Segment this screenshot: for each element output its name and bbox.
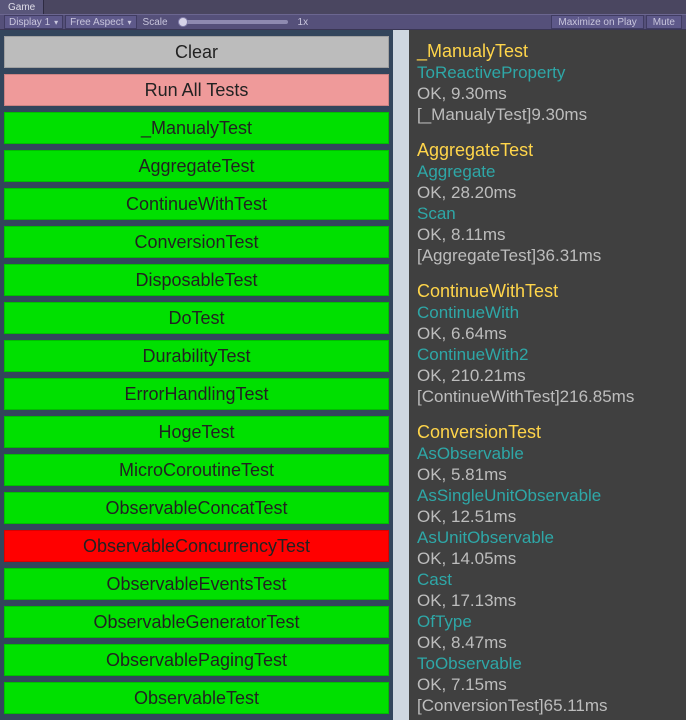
log-case-name: ToReactiveProperty: [417, 62, 678, 83]
log-case-result: OK, 5.81ms: [417, 464, 678, 485]
test-button-label: ObservableConcatTest: [105, 498, 287, 519]
test-button[interactable]: ConversionTest: [4, 226, 389, 258]
display-dropdown[interactable]: Display 1: [4, 15, 63, 29]
log-suite-name: ContinueWithTest: [417, 280, 678, 302]
test-button-label: _ManualyTest: [141, 118, 252, 139]
log-suite-name: ConversionTest: [417, 421, 678, 443]
log-case-result: OK, 210.21ms: [417, 365, 678, 386]
scale-slider[interactable]: [178, 20, 288, 24]
log-suite-summary: [ConversionTest]65.11ms: [417, 695, 678, 716]
log-case-name: Scan: [417, 203, 678, 224]
log-case-result: OK, 12.51ms: [417, 506, 678, 527]
mute-audio-label: Mute: [653, 17, 675, 28]
aspect-dropdown-label: Free Aspect: [70, 17, 123, 28]
log-case-name: AsObservable: [417, 443, 678, 464]
window-tabstrip: Game: [0, 0, 686, 14]
clear-button-label: Clear: [175, 42, 218, 63]
scale-value: 1x: [294, 17, 313, 28]
test-button[interactable]: DisposableTest: [4, 264, 389, 296]
test-button-label: HogeTest: [158, 422, 234, 443]
aspect-dropdown[interactable]: Free Aspect: [65, 15, 136, 29]
scale-label: Scale: [139, 17, 172, 28]
game-toolbar: Display 1 Free Aspect Scale 1x Maximize …: [0, 14, 686, 30]
log-case-result: OK, 6.64ms: [417, 323, 678, 344]
test-button[interactable]: ObservableGeneratorTest: [4, 606, 389, 638]
tab-game-label: Game: [8, 2, 35, 13]
log-case-result: OK, 8.47ms: [417, 632, 678, 653]
test-button[interactable]: DoTest: [4, 302, 389, 334]
maximize-on-play-toggle[interactable]: Maximize on Play: [551, 15, 643, 29]
log-case-name: ContinueWith: [417, 302, 678, 323]
maximize-on-play-label: Maximize on Play: [558, 17, 636, 28]
log-case-name: Cast: [417, 569, 678, 590]
log-case-result: OK, 9.30ms: [417, 83, 678, 104]
test-button-label: MicroCoroutineTest: [119, 460, 274, 481]
test-button[interactable]: _ManualyTest: [4, 112, 389, 144]
test-list-panel: Clear Run All Tests _ManualyTest Aggregat…: [0, 30, 393, 720]
display-dropdown-label: Display 1: [9, 17, 50, 28]
run-all-button-label: Run All Tests: [145, 80, 249, 101]
test-button-label: ContinueWithTest: [126, 194, 267, 215]
test-button-label: ObservableConcurrencyTest: [83, 536, 310, 557]
log-case-name: Aggregate: [417, 161, 678, 182]
test-button-label: DurabilityTest: [142, 346, 250, 367]
test-button[interactable]: AggregateTest: [4, 150, 389, 182]
test-button[interactable]: DurabilityTest: [4, 340, 389, 372]
log-suite-summary: [AggregateTest]36.31ms: [417, 245, 678, 266]
log-case-name: ToObservable: [417, 653, 678, 674]
log-suite-summary: [_ManualyTest]9.30ms: [417, 104, 678, 125]
tab-game[interactable]: Game: [0, 0, 44, 14]
log-suite: _ManualyTestToReactivePropertyOK, 9.30ms…: [417, 40, 678, 125]
test-button[interactable]: ObservableTest: [4, 682, 389, 714]
test-button-label: ObservableGeneratorTest: [93, 612, 299, 633]
test-button-label: ErrorHandlingTest: [124, 384, 268, 405]
test-button[interactable]: ObservablePagingTest: [4, 644, 389, 676]
test-button[interactable]: HogeTest: [4, 416, 389, 448]
log-case-result: OK, 17.13ms: [417, 590, 678, 611]
test-button[interactable]: ErrorHandlingTest: [4, 378, 389, 410]
log-suite: ContinueWithTestContinueWithOK, 6.64msCo…: [417, 280, 678, 407]
scale-slider-thumb[interactable]: [178, 17, 188, 27]
test-button-label: ObservableTest: [134, 688, 259, 709]
log-suite-name: AggregateTest: [417, 139, 678, 161]
log-case-result: OK, 14.05ms: [417, 548, 678, 569]
mute-audio-toggle[interactable]: Mute: [646, 15, 682, 29]
log-case-result: OK, 8.11ms: [417, 224, 678, 245]
log-suite-name: _ManualyTest: [417, 40, 678, 62]
test-button[interactable]: ObservableEventsTest: [4, 568, 389, 600]
log-case-name: AsSingleUnitObservable: [417, 485, 678, 506]
test-button-label: AggregateTest: [138, 156, 254, 177]
log-case-result: OK, 7.15ms: [417, 674, 678, 695]
test-button[interactable]: ObservableConcurrencyTest: [4, 530, 389, 562]
test-button[interactable]: ObservableConcatTest: [4, 492, 389, 524]
test-button-label: ObservablePagingTest: [106, 650, 287, 671]
log-case-name: ContinueWith2: [417, 344, 678, 365]
panel-divider: [393, 30, 409, 720]
log-suite-summary: [ContinueWithTest]216.85ms: [417, 386, 678, 407]
test-button-label: DisposableTest: [135, 270, 257, 291]
test-log-panel: _ManualyTestToReactivePropertyOK, 9.30ms…: [409, 30, 686, 720]
log-suite: ConversionTestAsObservableOK, 5.81msAsSi…: [417, 421, 678, 716]
test-button[interactable]: MicroCoroutineTest: [4, 454, 389, 486]
test-button-label: ObservableEventsTest: [106, 574, 286, 595]
run-all-button[interactable]: Run All Tests: [4, 74, 389, 106]
test-button-label: ConversionTest: [134, 232, 258, 253]
log-case-result: OK, 28.20ms: [417, 182, 678, 203]
log-case-name: OfType: [417, 611, 678, 632]
log-suite: AggregateTestAggregateOK, 28.20msScanOK,…: [417, 139, 678, 266]
clear-button[interactable]: Clear: [4, 36, 389, 68]
test-button-label: DoTest: [168, 308, 224, 329]
game-view: Clear Run All Tests _ManualyTest Aggregat…: [0, 30, 686, 720]
log-case-name: AsUnitObservable: [417, 527, 678, 548]
test-button[interactable]: ContinueWithTest: [4, 188, 389, 220]
